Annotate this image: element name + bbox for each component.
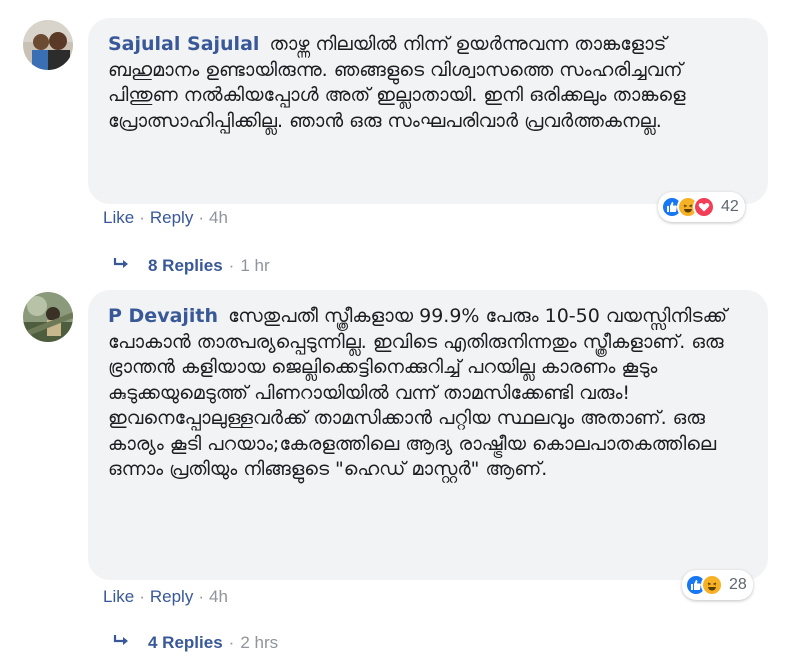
separator: · bbox=[228, 632, 235, 652]
replies-count-link[interactable]: 4 Replies bbox=[148, 633, 223, 653]
love-reaction-icon bbox=[693, 196, 715, 218]
comment-author[interactable]: Sajulal Sajulal bbox=[108, 33, 259, 55]
separator: · bbox=[228, 255, 235, 275]
comment-bubble: Sajulal Sajulal താഴ്ന്ന നിലയിൽ നിന്ന് ഉയ… bbox=[88, 18, 768, 204]
comment-actions: Like · Reply · 4h bbox=[103, 208, 228, 228]
comment-timestamp[interactable]: 4h bbox=[209, 587, 228, 607]
reply-link[interactable]: Reply bbox=[150, 587, 193, 607]
separator: · bbox=[139, 208, 145, 227]
reply-arrow-icon bbox=[112, 632, 130, 653]
replies-timestamp: 1 hr bbox=[240, 255, 270, 275]
reaction-count: 42 bbox=[721, 198, 739, 215]
reply-link[interactable]: Reply bbox=[150, 208, 193, 228]
separator: · bbox=[198, 587, 204, 606]
comment-bubble: P Devajith സേതുപതീ സ്ത്രീകളായ 99.9% പേരു… bbox=[88, 290, 768, 580]
view-replies[interactable]: 4 Replies · 2 hrs bbox=[112, 632, 278, 653]
comment-author[interactable]: P Devajith bbox=[108, 305, 218, 327]
comment-body: Sajulal Sajulal താഴ്ന്ന നിലയിൽ നിന്ന് ഉയ… bbox=[108, 32, 746, 134]
reaction-summary[interactable]: 42 bbox=[658, 192, 745, 222]
comment-body: P Devajith സേതുപതീ സ്ത്രീകളായ 99.9% പേരു… bbox=[108, 304, 746, 483]
like-link[interactable]: Like bbox=[103, 208, 134, 228]
view-replies[interactable]: 8 Replies · 1 hr bbox=[112, 255, 270, 276]
comment-timestamp[interactable]: 4h bbox=[209, 208, 228, 228]
reply-arrow-icon bbox=[112, 255, 130, 276]
separator: · bbox=[139, 587, 145, 606]
separator: · bbox=[198, 208, 204, 227]
replies-timestamp: 2 hrs bbox=[240, 632, 279, 652]
reaction-summary[interactable]: 28 bbox=[682, 570, 753, 600]
avatar[interactable] bbox=[23, 20, 73, 70]
replies-count-link[interactable]: 8 Replies bbox=[148, 256, 223, 276]
comment-text: സേതുപതീ സ്ത്രീകളായ 99.9% പേരും 10-50 വയസ… bbox=[108, 305, 728, 480]
haha-reaction-icon bbox=[701, 574, 723, 596]
avatar[interactable] bbox=[23, 292, 73, 342]
comment-actions: Like · Reply · 4h bbox=[103, 587, 228, 607]
reaction-count: 28 bbox=[729, 576, 747, 593]
like-link[interactable]: Like bbox=[103, 587, 134, 607]
